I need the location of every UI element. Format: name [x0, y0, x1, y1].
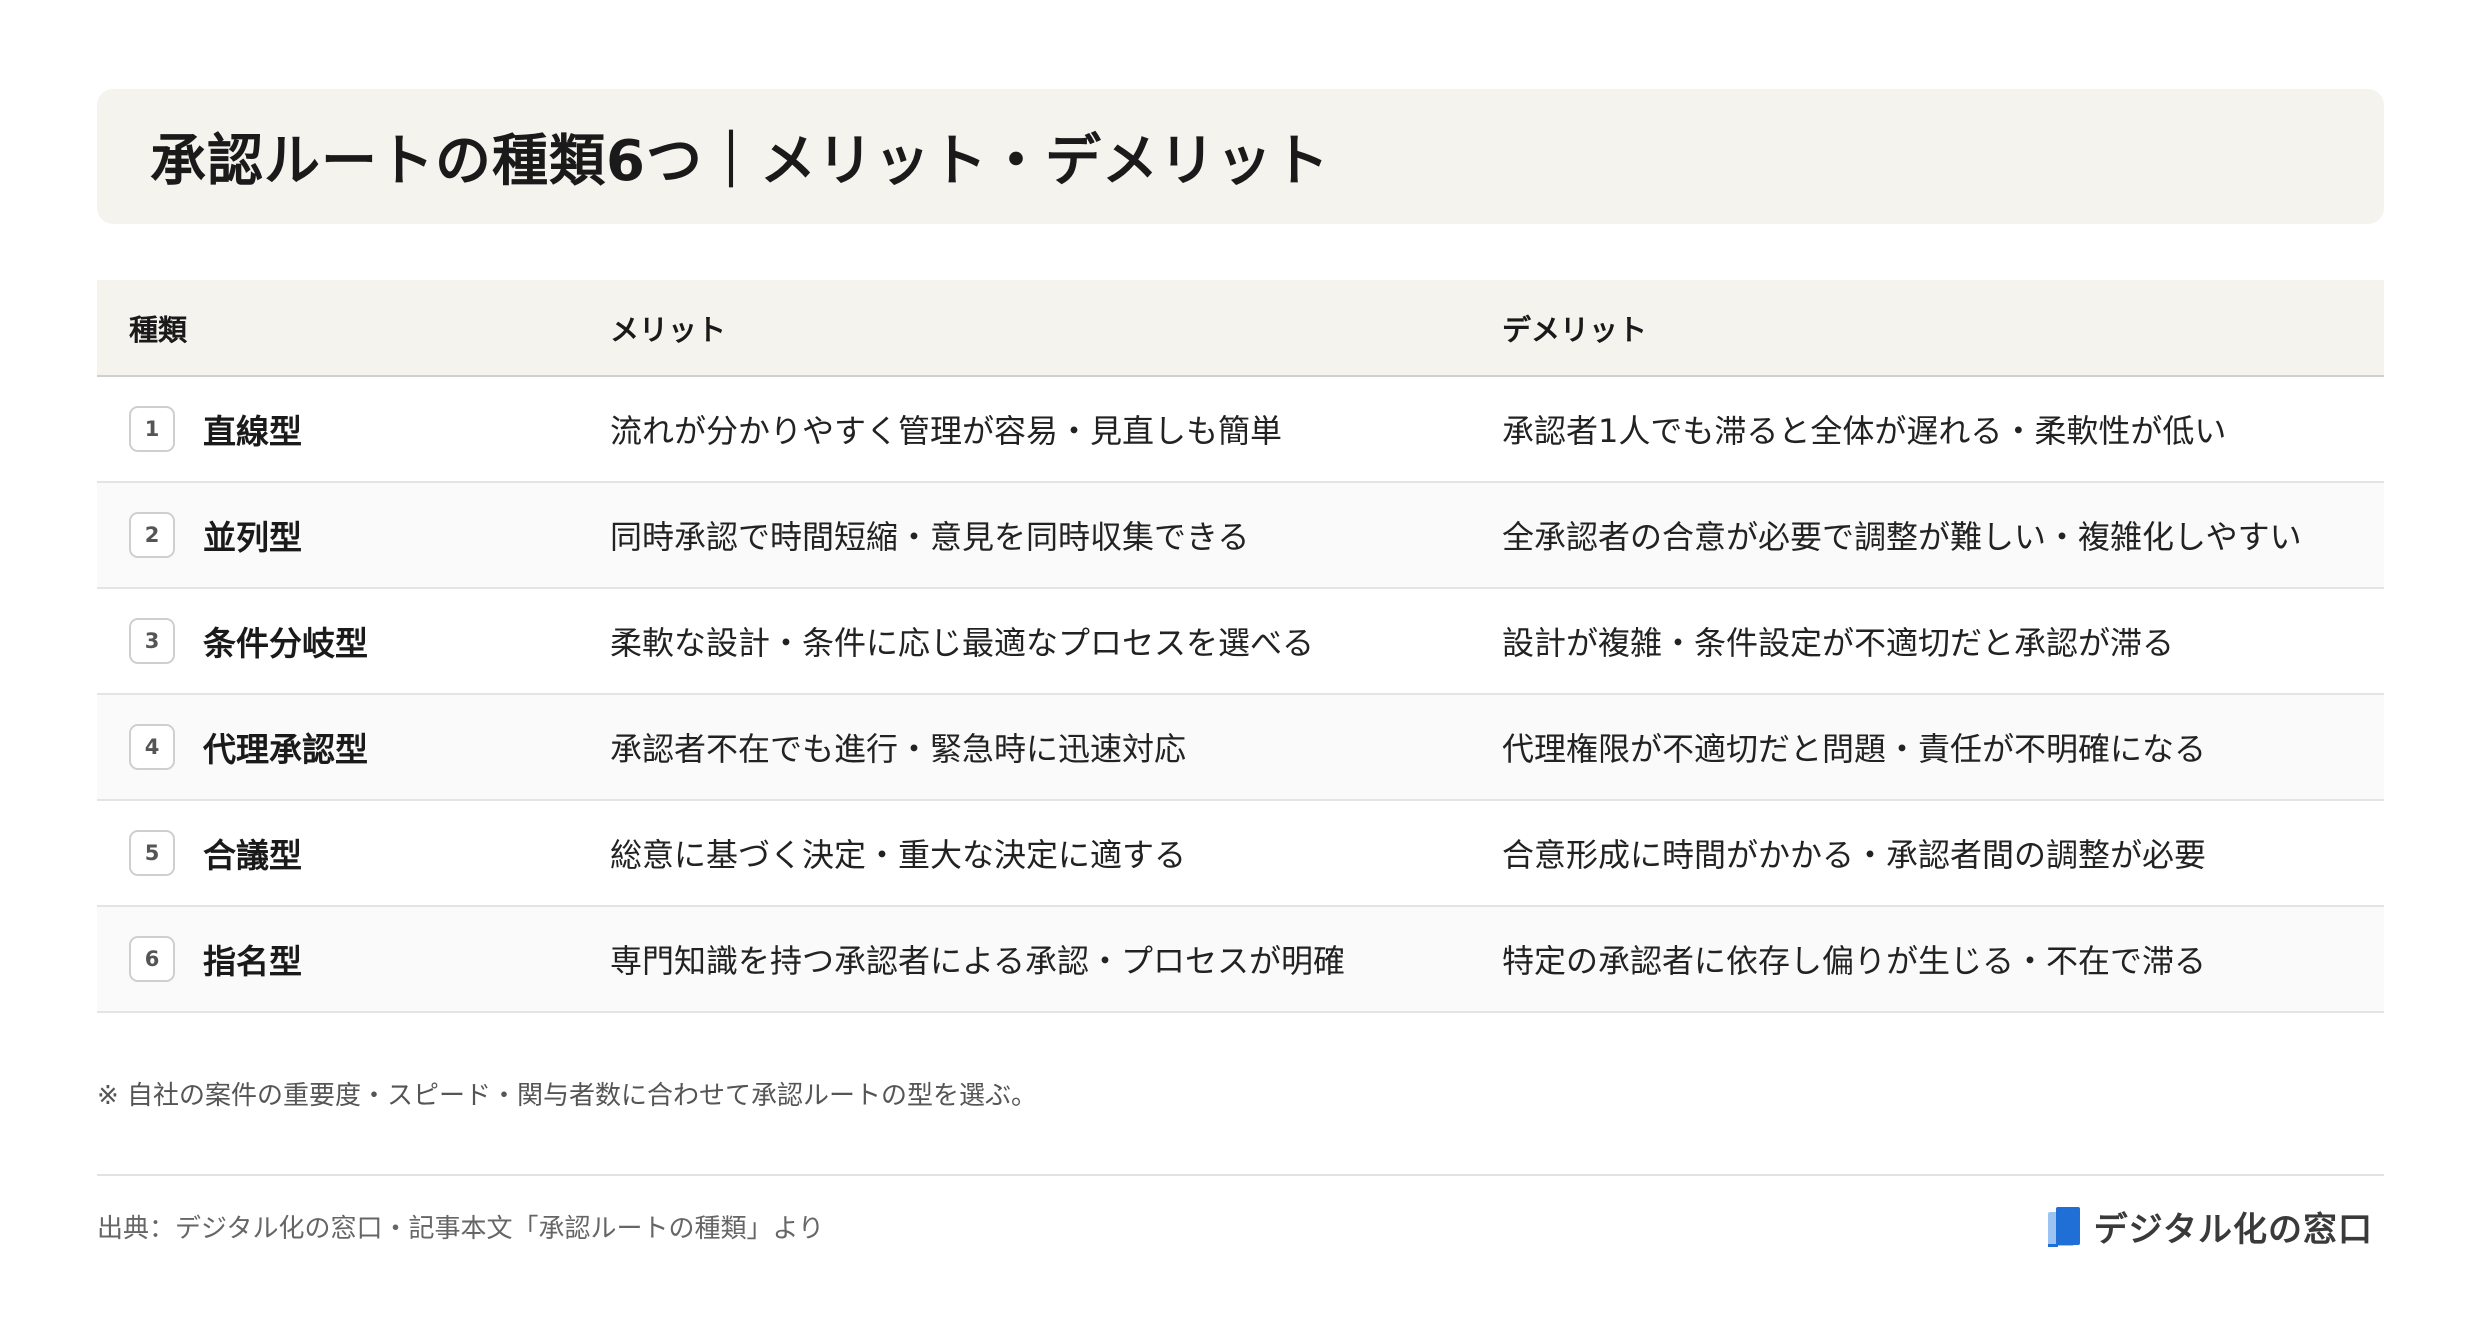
- number-badge: 6: [129, 936, 175, 982]
- merit-cell: 同時承認で時間短縮・意見を同時収集できる: [600, 482, 1492, 589]
- divider: [97, 1174, 2384, 1176]
- demerit-cell: 承認者1人でも滞ると全体が遅れる・柔軟性が低い: [1492, 376, 2384, 483]
- title-banner: 承認ルートの種類6つ｜メリット・デメリット: [97, 89, 2384, 224]
- table-header-row: 種類 メリット デメリット: [97, 280, 2384, 377]
- number-badge: 4: [129, 724, 175, 770]
- type-cell: 1 直線型: [97, 376, 600, 483]
- source-credit: 出典：デジタル化の窓口・記事本文「承認ルートの種類」より: [97, 1214, 824, 1244]
- table-row: 1 直線型 流れが分かりやすく管理が容易・見直しも簡単 承認者1人でも滞ると全体…: [97, 376, 2384, 483]
- type-cell: 4 代理承認型: [97, 694, 600, 801]
- infographic: 承認ルートの種類6つ｜メリット・デメリット 種類 メリット デメリット 1 直線…: [97, 89, 2384, 1251]
- number-badge: 3: [129, 618, 175, 664]
- footer: 出典：デジタル化の窓口・記事本文「承認ルートの種類」より デジタル化の窓口: [97, 1202, 2384, 1251]
- header-type: 種類: [97, 280, 600, 377]
- brand-name: デジタル化の窓口: [2093, 1210, 2373, 1250]
- type-name: 指名型: [203, 942, 302, 981]
- number-badge: 5: [129, 830, 175, 876]
- type-cell: 6 指名型: [97, 906, 600, 1013]
- table-row: 4 代理承認型 承認者不在でも進行・緊急時に迅速対応 代理権限が不適切だと問題・…: [97, 694, 2384, 801]
- merit-cell: 流れが分かりやすく管理が容易・見直しも簡単: [600, 376, 1492, 483]
- page-title: 承認ルートの種類6つ｜メリット・デメリット: [150, 129, 1330, 194]
- brand-logo: デジタル化の窓口: [2044, 1202, 2373, 1251]
- demerit-cell: 全承認者の合意が必要で調整が難しい・複雑化しやすい: [1492, 482, 2384, 589]
- table-row: 6 指名型 専門知識を持つ承認者による承認・プロセスが明確 特定の承認者に依存し…: [97, 906, 2384, 1013]
- footnote: ※ 自社の案件の重要度・スピード・関与者数に合わせて承認ルートの型を選ぶ。: [97, 1081, 1038, 1111]
- header-merit: メリット: [600, 280, 1492, 377]
- type-cell: 3 条件分岐型: [97, 588, 600, 695]
- table-row: 2 並列型 同時承認で時間短縮・意見を同時収集できる 全承認者の合意が必要で調整…: [97, 482, 2384, 589]
- type-name: 代理承認型: [203, 730, 368, 769]
- type-name: 合議型: [203, 836, 302, 875]
- merit-cell: 承認者不在でも進行・緊急時に迅速対応: [600, 694, 1492, 801]
- type-cell: 2 並列型: [97, 482, 600, 589]
- type-name: 条件分岐型: [203, 624, 368, 663]
- type-name: 直線型: [203, 412, 302, 451]
- header-demerit: デメリット: [1492, 280, 2384, 377]
- demerit-cell: 合意形成に時間がかかる・承認者間の調整が必要: [1492, 800, 2384, 907]
- type-cell: 5 合議型: [97, 800, 600, 907]
- merit-cell: 総意に基づく決定・重大な決定に適する: [600, 800, 1492, 907]
- route-types-table: 種類 メリット デメリット 1 直線型 流れが分かりやすく管理が容易・見直しも簡…: [97, 280, 2384, 1013]
- merit-cell: 柔軟な設計・条件に応じ最適なプロセスを選べる: [600, 588, 1492, 695]
- number-badge: 2: [129, 512, 175, 558]
- type-name: 並列型: [203, 518, 302, 557]
- table-row: 3 条件分岐型 柔軟な設計・条件に応じ最適なプロセスを選べる 設計が複雑・条件設…: [97, 588, 2384, 695]
- demerit-cell: 特定の承認者に依存し偏りが生じる・不在で滞る: [1492, 906, 2384, 1013]
- merit-cell: 専門知識を持つ承認者による承認・プロセスが明確: [600, 906, 1492, 1013]
- demerit-cell: 設計が複雑・条件設定が不適切だと承認が滞る: [1492, 588, 2384, 695]
- document-logo-icon: [2047, 1206, 2080, 1247]
- number-badge: 1: [129, 406, 175, 452]
- table-row: 5 合議型 総意に基づく決定・重大な決定に適する 合意形成に時間がかかる・承認者…: [97, 800, 2384, 907]
- demerit-cell: 代理権限が不適切だと問題・責任が不明確になる: [1492, 694, 2384, 801]
